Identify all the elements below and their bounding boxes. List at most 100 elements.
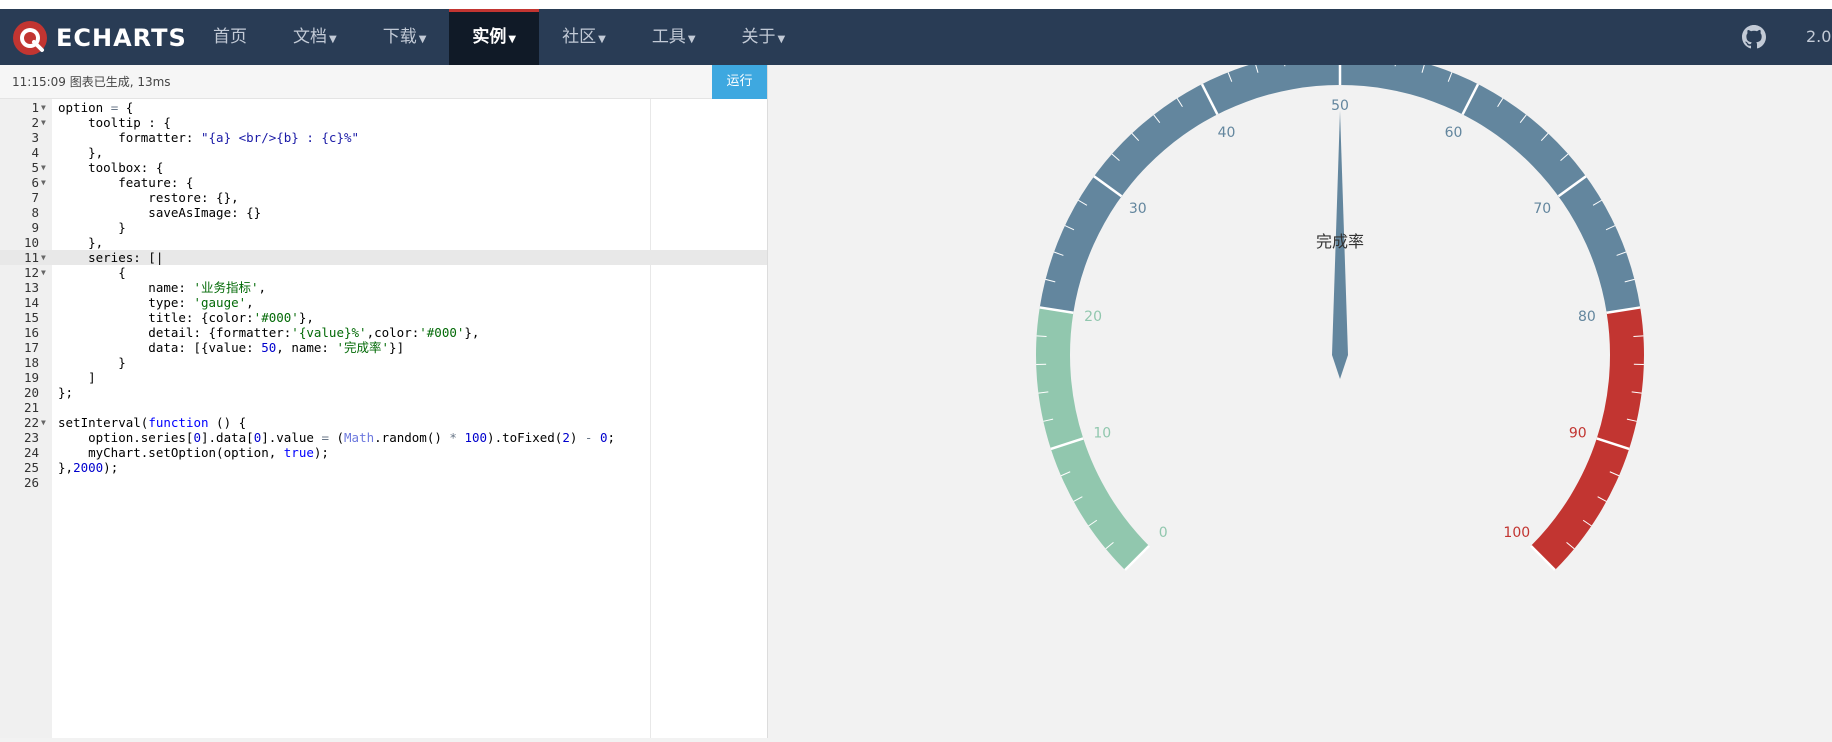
fold-arrow-icon[interactable]: ▼ — [41, 250, 46, 265]
code-line[interactable]: 4 }, — [0, 145, 767, 160]
line-number: 8 — [0, 205, 39, 220]
line-number: 24 — [0, 445, 39, 460]
fold-arrow-icon[interactable]: ▼ — [41, 100, 46, 115]
logo-text: ECHARTS — [56, 24, 187, 52]
line-code: formatter: "{a} <br/>{b} : {c}%" — [58, 130, 359, 145]
nav-item-label: 社区 — [562, 27, 596, 47]
line-code: option.series[0].data[0].value = (Math.r… — [58, 430, 615, 445]
code-line[interactable]: 1▼ option = { — [0, 100, 767, 115]
gauge-tick-label: 100 — [1503, 525, 1530, 541]
line-code: type: 'gauge', — [58, 295, 254, 310]
code-line[interactable]: 8 saveAsImage: {} — [0, 205, 767, 220]
line-number: 12 — [0, 265, 39, 280]
caret-down-icon: ▼ — [508, 34, 516, 45]
line-code: }, — [58, 145, 103, 160]
code-line[interactable]: 15 title: {color:'#000'}, — [0, 310, 767, 325]
nav-item-5[interactable]: 工具▼ — [629, 9, 719, 65]
nav-item-4[interactable]: 社区▼ — [539, 9, 629, 65]
code-line[interactable]: 6▼ feature: { — [0, 175, 767, 190]
status-text: 11:15:09 图表已生成, 13ms — [12, 65, 171, 99]
nav-item-label: 实例 — [472, 27, 506, 47]
code-editor[interactable]: 1▼option = {2▼ tooltip : {3 formatter: "… — [0, 99, 767, 738]
line-number: 19 — [0, 370, 39, 385]
line-number: 1 — [0, 100, 39, 115]
fold-arrow-icon[interactable]: ▼ — [41, 175, 46, 190]
line-code: saveAsImage: {} — [58, 205, 261, 220]
fold-arrow-icon[interactable]: ▼ — [41, 265, 46, 280]
line-number: 21 — [0, 400, 39, 415]
code-line[interactable]: 11▼ series: [| — [0, 250, 767, 265]
gauge-tick-label: 30 — [1129, 201, 1147, 217]
code-line[interactable]: 19 ] — [0, 370, 767, 385]
code-line[interactable]: 25},2000); — [0, 460, 767, 475]
line-number: 10 — [0, 235, 39, 250]
code-line[interactable]: 7 restore: {}, — [0, 190, 767, 205]
nav-item-0[interactable]: 首页 — [190, 9, 270, 65]
echarts-logo-icon — [12, 20, 48, 56]
line-number: 16 — [0, 325, 39, 340]
code-line[interactable]: 5▼ toolbox: { — [0, 160, 767, 175]
top-strip — [0, 0, 1832, 9]
editor-panel: 11:15:09 图表已生成, 13ms 运行 1▼option = {2▼ t… — [0, 65, 768, 738]
chart-area[interactable]: 0102030405060708090100完成率 — [768, 65, 1832, 738]
line-code: }, — [58, 235, 103, 250]
line-code: } — [58, 355, 126, 370]
gauge-tick-label: 0 — [1159, 525, 1168, 541]
gauge-tick — [1633, 336, 1643, 337]
code-line[interactable]: 24 myChart.setOption(option, true); — [0, 445, 767, 460]
code-line[interactable]: 12▼ { — [0, 265, 767, 280]
line-code: toolbox: { — [58, 160, 163, 175]
code-line[interactable]: 21 — [0, 400, 767, 415]
github-icon[interactable] — [1742, 25, 1766, 49]
code-line[interactable]: 14 type: 'gauge', — [0, 295, 767, 310]
line-number: 7 — [0, 190, 39, 205]
nav-item-1[interactable]: 文档▼ — [270, 9, 360, 65]
code-line[interactable]: 2▼ tooltip : { — [0, 115, 767, 130]
code-line[interactable]: 26 — [0, 475, 767, 490]
line-number: 15 — [0, 310, 39, 325]
gauge-tick-label: 20 — [1084, 309, 1102, 325]
fold-arrow-icon[interactable]: ▼ — [41, 160, 46, 175]
fold-arrow-icon[interactable]: ▼ — [41, 415, 46, 430]
line-code: { — [58, 265, 126, 280]
code-line[interactable]: 23 option.series[0].data[0].value = (Mat… — [0, 430, 767, 445]
nav-item-label: 首页 — [213, 27, 247, 47]
nav-item-2[interactable]: 下载▼ — [360, 9, 450, 65]
code-line[interactable]: 10 }, — [0, 235, 767, 250]
line-code: feature: { — [58, 175, 193, 190]
run-button[interactable]: 运行 — [712, 65, 767, 99]
code-line[interactable]: 17 data: [{value: 50, name: '完成率'}] — [0, 340, 767, 355]
line-code: ] — [58, 370, 96, 385]
nav-item-label: 关于 — [742, 27, 776, 47]
line-number: 18 — [0, 355, 39, 370]
code-line[interactable]: 9 } — [0, 220, 767, 235]
line-number: 26 — [0, 475, 39, 490]
code-line[interactable]: 13 name: '业务指标', — [0, 280, 767, 295]
code-line[interactable]: 16 detail: {formatter:'{value}%',color:'… — [0, 325, 767, 340]
caret-down-icon: ▼ — [419, 34, 427, 45]
gauge-title: 完成率 — [1316, 232, 1364, 251]
caret-down-icon: ▼ — [688, 34, 696, 45]
fold-arrow-icon[interactable]: ▼ — [41, 115, 46, 130]
caret-down-icon: ▼ — [329, 34, 337, 45]
line-code: detail: {formatter:'{value}%',color:'#00… — [58, 325, 479, 340]
line-code: series: [| — [58, 250, 163, 265]
nav-item-3[interactable]: 实例▼ — [449, 9, 539, 65]
line-number: 25 — [0, 460, 39, 475]
code-line[interactable]: 18 } — [0, 355, 767, 370]
line-number: 6 — [0, 175, 39, 190]
line-code: option = { — [58, 100, 133, 115]
line-number: 20 — [0, 385, 39, 400]
nav-item-6[interactable]: 关于▼ — [719, 9, 809, 65]
line-code: name: '业务指标', — [58, 280, 266, 295]
line-number: 2 — [0, 115, 39, 130]
code-line[interactable]: 22▼setInterval(function () { — [0, 415, 767, 430]
code-line[interactable]: 20}; — [0, 385, 767, 400]
echarts-logo[interactable]: ECHARTS — [12, 18, 187, 58]
line-number: 22 — [0, 415, 39, 430]
nav-item-label: 下载 — [383, 27, 417, 47]
version-label[interactable]: 2.0 — [1806, 9, 1831, 65]
line-code: tooltip : { — [58, 115, 171, 130]
code-line[interactable]: 3 formatter: "{a} <br/>{b} : {c}%" — [0, 130, 767, 145]
line-number: 4 — [0, 145, 39, 160]
